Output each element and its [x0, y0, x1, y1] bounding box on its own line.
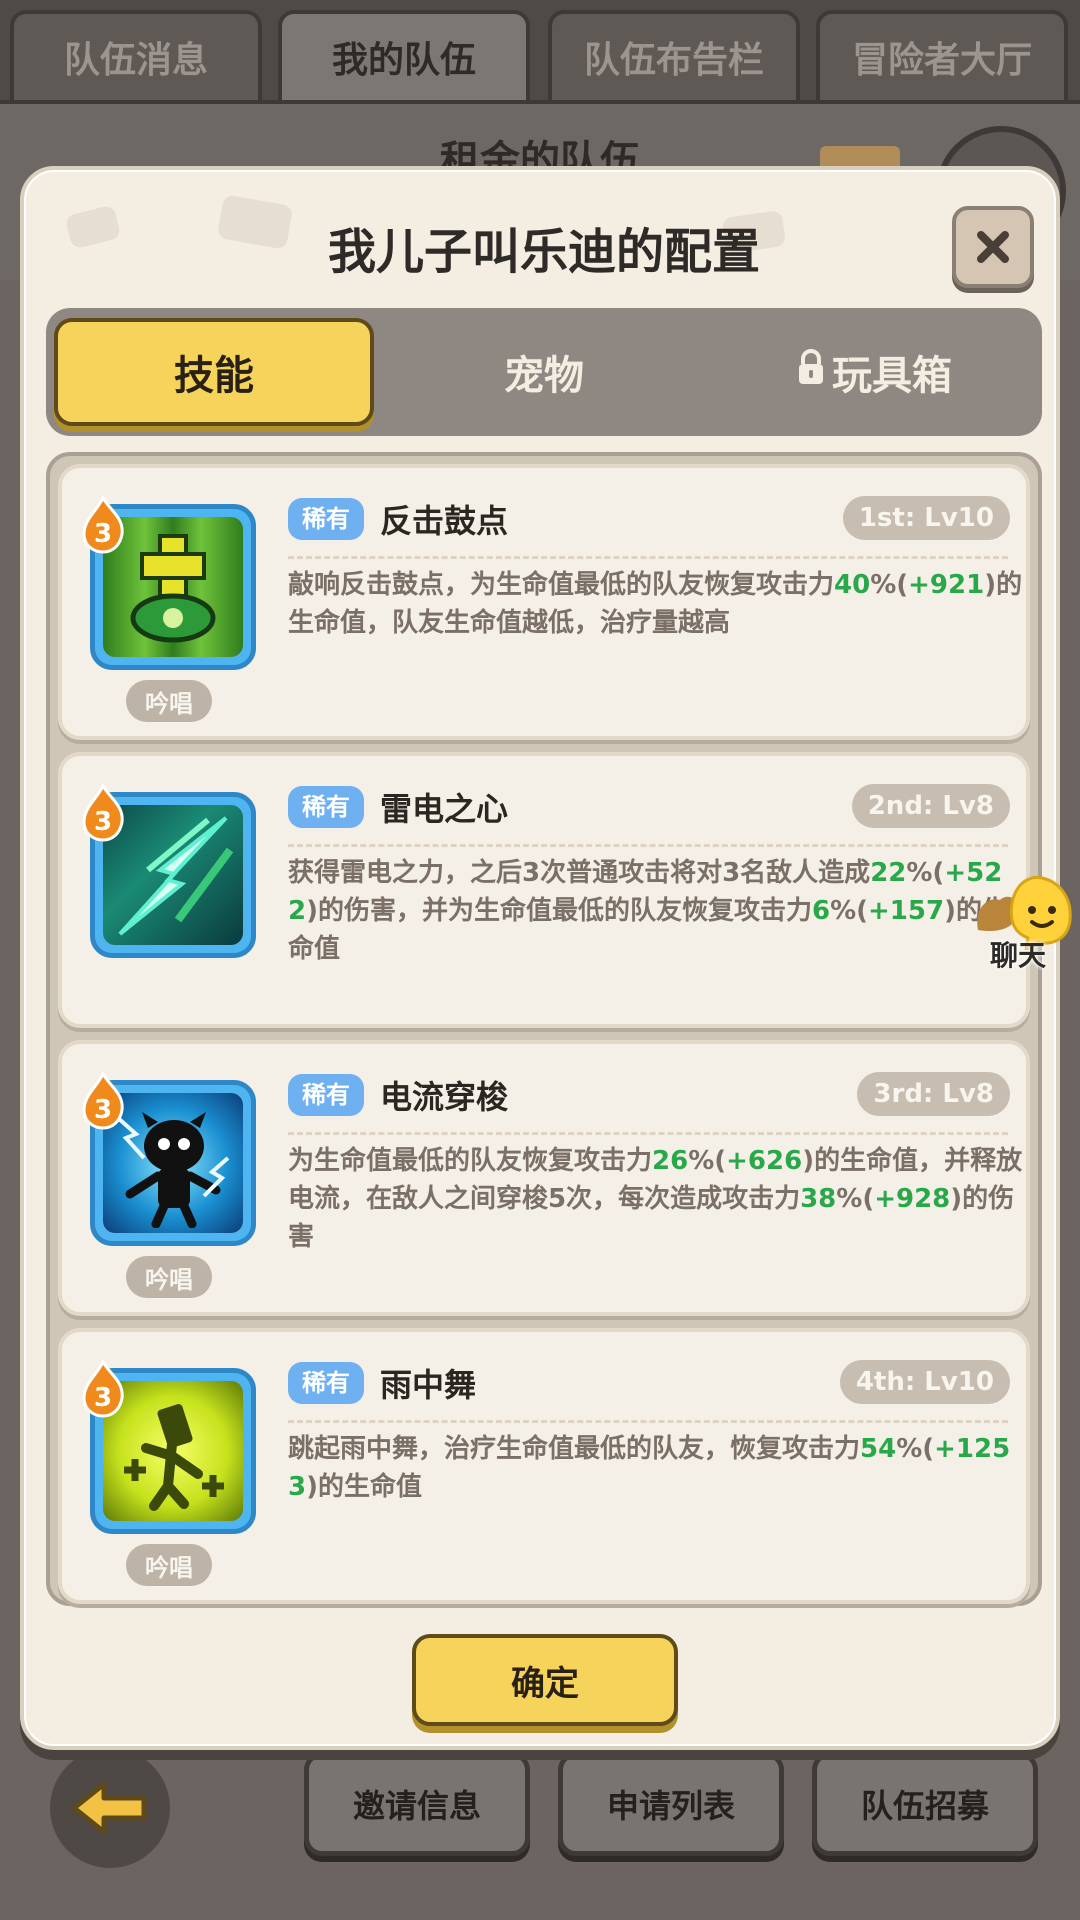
chat-label: 聊天 [990, 939, 1047, 972]
back-arrow-icon [71, 1781, 147, 1835]
desc-text: 获得雷电之力，之后3次普通攻击将对3名敌人造成 [288, 858, 871, 888]
level-flame-icon: 3 [82, 1360, 124, 1418]
application-list-button[interactable]: 申请列表 [558, 1752, 784, 1856]
tab-team-bulletin[interactable]: 队伍布告栏 [548, 10, 800, 100]
chat-button[interactable]: 聊天 [972, 870, 1080, 980]
tab-toybox[interactable]: 玩具箱 [714, 318, 1034, 426]
stat-value: +928 [874, 1184, 951, 1214]
divider [288, 844, 1008, 847]
lock-icon [796, 348, 826, 396]
desc-text: %( [836, 1184, 875, 1214]
top-tab-bar: 队伍消息 我的队伍 队伍布告栏 冒险者大厅 [0, 0, 1080, 100]
skill-list: 3 吟唱 稀有 反击鼓点 1st: Lv10 敲响反击鼓点，为生命值最低的队友恢… [46, 452, 1042, 1606]
close-icon [977, 231, 1009, 263]
cast-tag: 吟唱 [126, 1544, 212, 1586]
desc-text: 为生命值最低的队友恢复攻击力 [288, 1146, 653, 1176]
skill-level: 3 [94, 807, 112, 837]
desc-text: 跳起雨中舞，治疗生命值最低的队友，恢复攻击力 [288, 1434, 861, 1464]
confirm-button[interactable]: 确定 [412, 1634, 678, 1726]
invite-info-button[interactable]: 邀请信息 [304, 1752, 530, 1856]
rarity-badge: 稀有 [288, 1074, 364, 1116]
desc-text: 敲响反击鼓点，为生命值最低的队友恢复攻击力 [288, 570, 835, 600]
skill-card[interactable]: 3 吟唱 稀有 雨中舞 4th: Lv10 跳起雨中舞，治疗生命值最低的队友，恢… [58, 1328, 1030, 1604]
tab-team-messages[interactable]: 队伍消息 [10, 10, 262, 100]
tab-toybox-label: 玩具箱 [832, 353, 952, 399]
desc-text: %( [688, 1146, 727, 1176]
skill-level: 3 [94, 1095, 112, 1125]
skill-rank: 4th: Lv10 [839, 1360, 1010, 1404]
tab-pets[interactable]: 宠物 [384, 318, 704, 426]
desc-text: )的伤害，并为生命值最低的队友恢复攻击力 [306, 896, 812, 926]
skill-description: 跳起雨中舞，治疗生命值最低的队友，恢复攻击力54%(+1253)的生命值 [288, 1430, 1028, 1506]
skill-description: 获得雷电之力，之后3次普通攻击将对3名敌人造成22%(+522)的伤害，并为生命… [288, 854, 1028, 968]
config-tab-bar: 技能 宠物 玩具箱 [46, 308, 1042, 436]
stat-value: 54 [860, 1434, 897, 1464]
skill-rank: 3rd: Lv8 [857, 1072, 1010, 1116]
skill-level: 3 [94, 1383, 112, 1413]
skill-name: 反击鼓点 [380, 502, 509, 540]
skill-card[interactable]: 3 稀有 雷电之心 2nd: Lv8 获得雷电之力，之后3次普通攻击将对3名敌人… [58, 752, 1030, 1028]
cast-tag: 吟唱 [126, 1256, 212, 1298]
tab-my-team[interactable]: 我的队伍 [278, 10, 530, 100]
stat-value: 22 [870, 858, 907, 888]
stat-value: +626 [726, 1146, 803, 1176]
skill-rank: 1st: Lv10 [842, 496, 1010, 540]
level-flame-icon: 3 [82, 784, 124, 842]
tab-pets-label: 宠物 [504, 353, 584, 399]
level-flame-icon: 3 [82, 496, 124, 554]
skill-name: 电流穿梭 [380, 1078, 509, 1116]
desc-text: %( [830, 896, 869, 926]
config-modal: 我儿子叫乐迪的配置 技能 宠物 玩具箱 3 吟唱 稀有 反击鼓点 1st: Lv… [20, 166, 1060, 1750]
cast-tag: 吟唱 [126, 680, 212, 722]
divider [288, 1420, 1008, 1423]
stat-value: 26 [652, 1146, 689, 1176]
skill-description: 为生命值最低的队友恢复攻击力26%(+626)的生命值，并释放电流，在敌人之间穿… [288, 1142, 1028, 1256]
stat-value: +157 [868, 896, 945, 926]
level-flame-icon: 3 [82, 1072, 124, 1130]
tab-skills[interactable]: 技能 [54, 318, 374, 426]
stat-value: 6 [811, 896, 831, 926]
modal-title: 我儿子叫乐迪的配置 [327, 224, 760, 280]
skill-card[interactable]: 3 吟唱 稀有 电流穿梭 3rd: Lv8 为生命值最低的队友恢复攻击力26%(… [58, 1040, 1030, 1316]
rarity-badge: 稀有 [288, 498, 364, 540]
tab-skills-label: 技能 [174, 353, 254, 399]
tab-adventurer-hall[interactable]: 冒险者大厅 [816, 10, 1068, 100]
divider [288, 1132, 1008, 1135]
skill-description: 敲响反击鼓点，为生命值最低的队友恢复攻击力40%(+921)的生命值，队友生命值… [288, 566, 1028, 642]
desc-text: %( [906, 858, 945, 888]
back-button[interactable] [50, 1748, 170, 1868]
rarity-badge: 稀有 [288, 1362, 364, 1404]
divider [288, 556, 1008, 559]
skill-level: 3 [94, 519, 112, 549]
stat-value: +921 [908, 570, 985, 600]
desc-text: %( [870, 570, 909, 600]
stat-value: 40 [834, 570, 871, 600]
desc-text: )的生命值 [306, 1472, 422, 1502]
rarity-badge: 稀有 [288, 786, 364, 828]
skill-card[interactable]: 3 吟唱 稀有 反击鼓点 1st: Lv10 敲响反击鼓点，为生命值最低的队友恢… [58, 464, 1030, 740]
desc-text: %( [896, 1434, 935, 1464]
skill-name: 雨中舞 [380, 1366, 477, 1404]
close-button[interactable] [952, 206, 1034, 288]
stat-value: 38 [800, 1184, 837, 1214]
team-recruit-button[interactable]: 队伍招募 [812, 1752, 1038, 1856]
skill-name: 雷电之心 [380, 790, 509, 828]
skill-rank: 2nd: Lv8 [851, 784, 1010, 828]
